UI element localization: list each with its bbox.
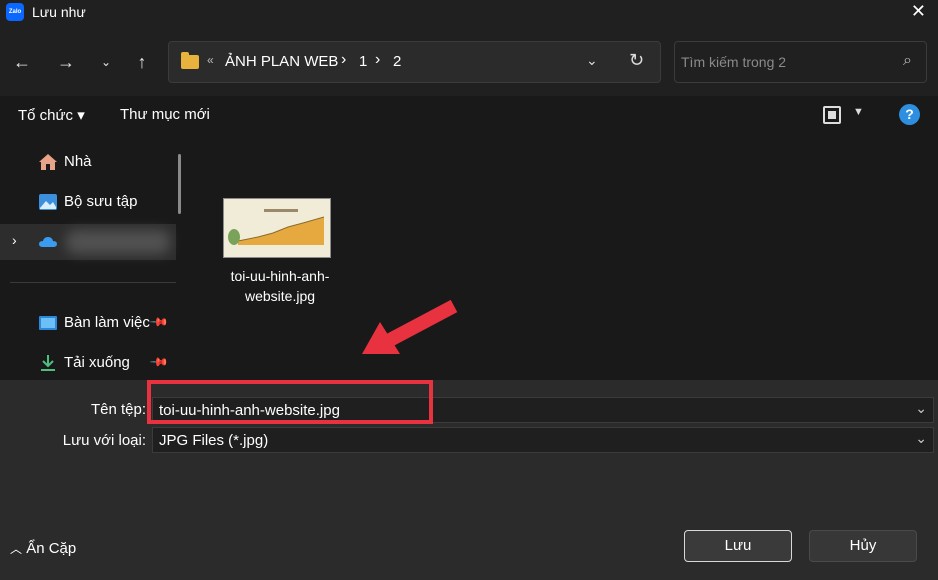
- sidebar-item-label: Tải xuống: [64, 354, 130, 371]
- sidebar-divider: [10, 282, 176, 283]
- title-bar: Zalo Lưu như ✕: [0, 0, 938, 24]
- command-toolbar: Tổ chức ▾ Thư mục mới ▼ ?: [0, 96, 938, 134]
- chevron-down-icon[interactable]: ⌄: [915, 400, 927, 417]
- save-button[interactable]: Lưu: [684, 530, 792, 562]
- cancel-button[interactable]: Hủy: [809, 530, 917, 562]
- filetype-select[interactable]: JPG Files (*.jpg) ⌄: [152, 427, 934, 453]
- hide-folders-toggle[interactable]: ︿ Ẩn Cặp: [10, 540, 76, 557]
- chevron-right-icon[interactable]: ›: [12, 232, 17, 248]
- sidebar-item-desktop[interactable]: Bàn làm việc 📌: [0, 305, 176, 341]
- new-folder-button[interactable]: Thư mục mới: [120, 106, 210, 123]
- folder-icon: [181, 52, 199, 69]
- sidebar-item-label: Bộ sưu tập: [64, 193, 138, 210]
- address-dropdown-icon[interactable]: ⌄: [586, 52, 598, 69]
- arrow-right-icon[interactable]: →: [52, 50, 80, 74]
- search-input[interactable]: [681, 52, 881, 72]
- filetype-label: Lưu với loại:: [62, 432, 146, 449]
- breadcrumb-1[interactable]: 1: [359, 53, 367, 70]
- chevron-up-icon: ︿: [10, 542, 23, 556]
- filename-label: Tên tệp:: [90, 401, 146, 418]
- arrow-left-icon[interactable]: ←: [8, 50, 36, 74]
- chevron-down-icon[interactable]: ⌄: [92, 50, 120, 74]
- sidebar-item-gallery[interactable]: Bộ sưu tập: [0, 184, 176, 220]
- search-icon[interactable]: ⌕: [903, 52, 912, 70]
- sidebar-item-home[interactable]: Nhà: [0, 144, 176, 180]
- hide-folders-label: Ẩn Cặp: [26, 540, 77, 557]
- download-icon: [41, 355, 55, 371]
- arrow-up-icon[interactable]: ↑: [128, 50, 156, 74]
- window-title: Lưu như: [32, 4, 86, 20]
- close-icon[interactable]: ✕: [911, 1, 926, 22]
- view-mode-icon[interactable]: [823, 106, 841, 124]
- image-thumbnail: [223, 198, 331, 258]
- sidebar-scrollbar[interactable]: [178, 154, 181, 214]
- refresh-icon[interactable]: ↻: [629, 50, 644, 71]
- navigation-bar: ← → ⌄ ↑ « ẢNH PLAN WEB › 1 › 2 ⌄ ↻ ⌕: [0, 24, 938, 96]
- address-bar[interactable]: « ẢNH PLAN WEB › 1 › 2 ⌄ ↻: [168, 41, 661, 83]
- filename-field[interactable]: toi-uu-hinh-anh-website.jpg ⌄: [152, 397, 934, 423]
- view-dropdown-icon[interactable]: ▼: [853, 106, 864, 118]
- chevron-down-icon[interactable]: ⌄: [915, 430, 927, 447]
- file-list: toi-uu-hinh-anh- website.jpg: [190, 134, 938, 380]
- breadcrumb-separator[interactable]: ›: [375, 51, 380, 69]
- gallery-icon: [39, 194, 57, 210]
- sidebar-item-downloads[interactable]: Tải xuống 📌: [0, 345, 176, 381]
- breadcrumb-separator[interactable]: ›: [341, 51, 346, 69]
- search-box[interactable]: ⌕: [674, 41, 927, 83]
- desktop-icon: [39, 316, 57, 330]
- filetype-value: JPG Files (*.jpg): [159, 432, 269, 449]
- breadcrumb-2[interactable]: 2: [393, 53, 401, 70]
- file-item[interactable]: toi-uu-hinh-anh- website.jpg: [212, 192, 348, 312]
- pin-icon[interactable]: 📌: [149, 352, 169, 372]
- zalo-app-icon: Zalo: [6, 3, 24, 21]
- save-form: Tên tệp: toi-uu-hinh-anh-website.jpg ⌄ L…: [0, 380, 938, 580]
- cloud-icon: [39, 237, 57, 247]
- navigation-pane: Nhà Bộ sưu tập › Bàn làm việc 📌 Tải xuốn…: [0, 134, 190, 380]
- sidebar-item-onedrive[interactable]: ›: [0, 224, 176, 260]
- breadcrumb-anh-plan-web[interactable]: ẢNH PLAN WEB: [225, 53, 338, 70]
- file-name: toi-uu-hinh-anh- website.jpg: [230, 268, 330, 304]
- blurred-account-name: [66, 230, 170, 254]
- pin-icon[interactable]: 📌: [149, 312, 169, 332]
- help-icon[interactable]: ?: [899, 104, 920, 125]
- organize-menu[interactable]: Tổ chức ▾: [18, 106, 85, 124]
- filename-value: toi-uu-hinh-anh-website.jpg: [159, 402, 340, 419]
- annotation-arrow-icon: [362, 299, 458, 354]
- address-overflow[interactable]: «: [207, 53, 214, 67]
- home-icon: [39, 154, 57, 170]
- sidebar-item-label: Nhà: [64, 153, 92, 170]
- sidebar-item-label: Bàn làm việc: [64, 314, 150, 331]
